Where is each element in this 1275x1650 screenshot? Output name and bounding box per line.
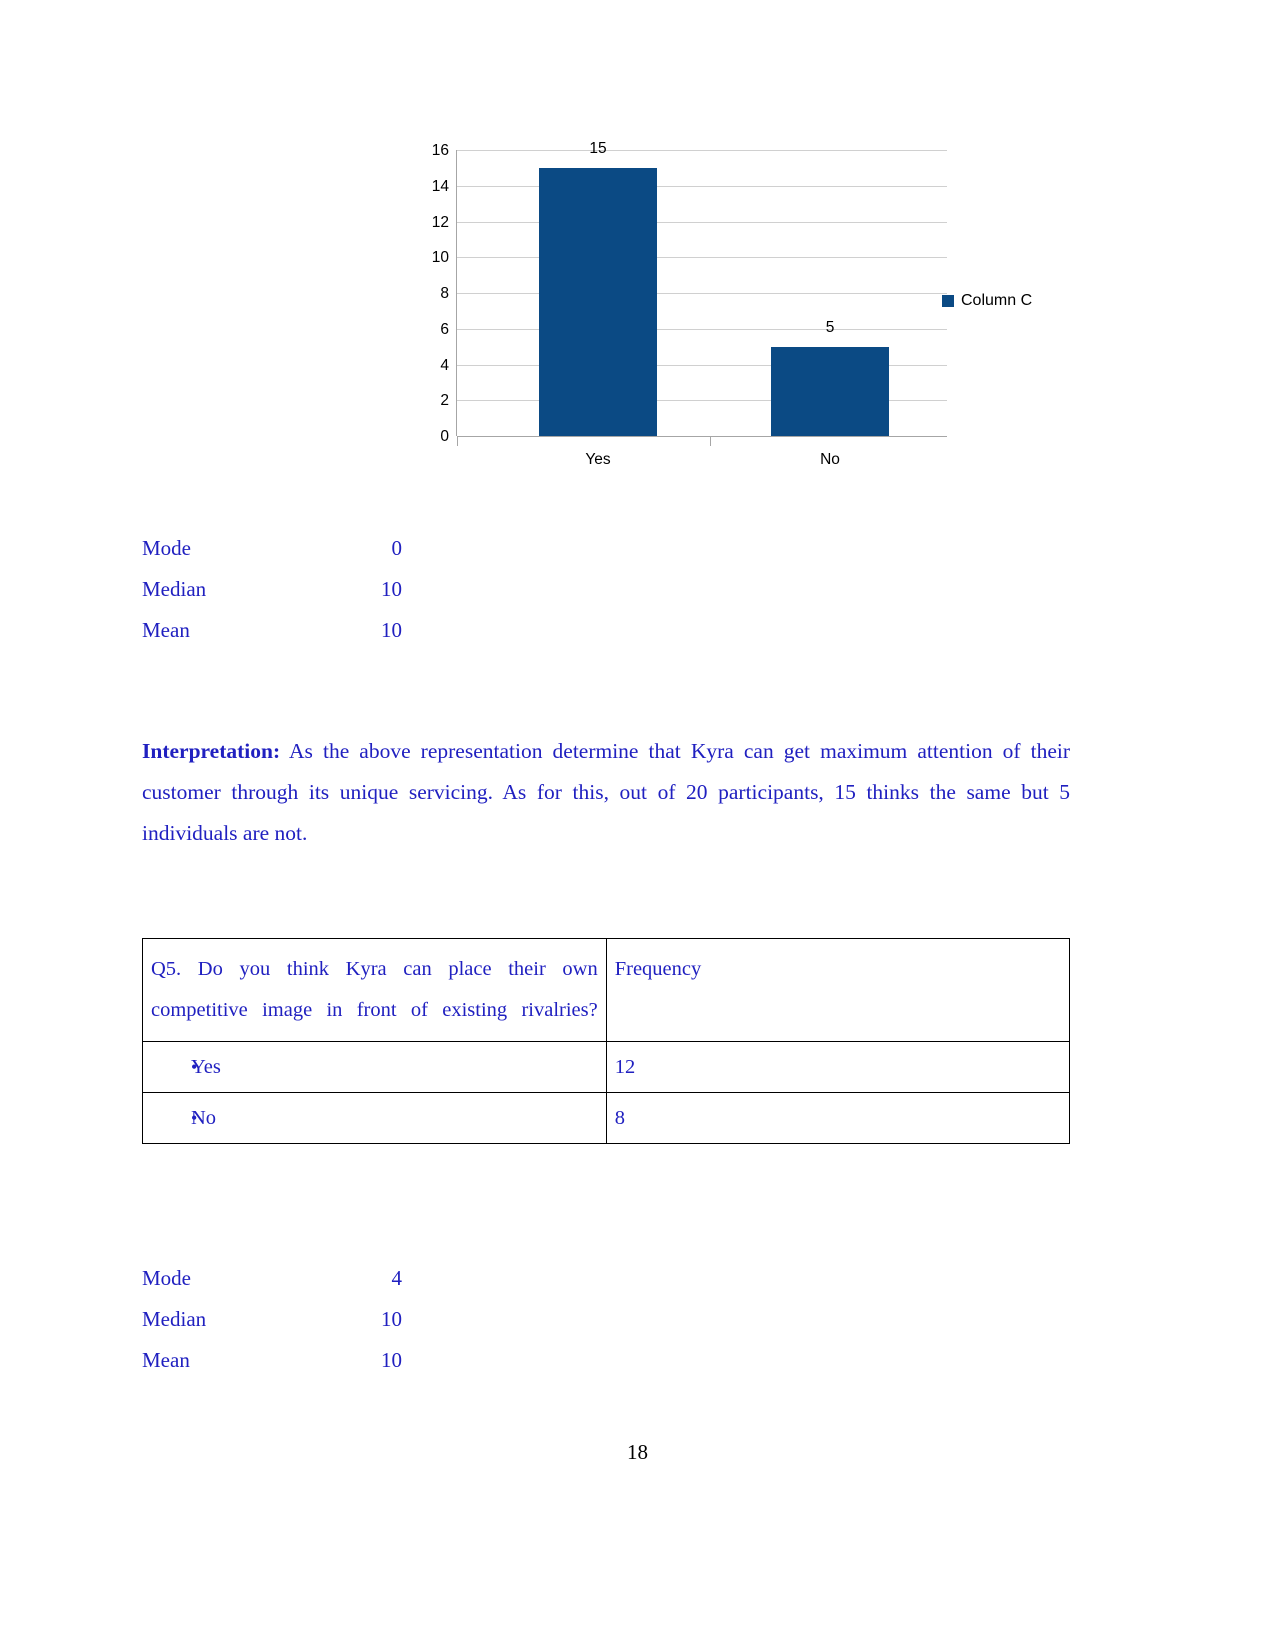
table-cell-frequency: 8 <box>605 1092 1071 1144</box>
stats-value: 10 <box>381 1348 402 1372</box>
legend-label: Column C <box>961 292 1033 309</box>
stats-label: Median <box>142 1307 207 1331</box>
stats-label: Median <box>142 577 207 601</box>
gridline-8: 8 <box>440 285 947 302</box>
gridline-12: 12 <box>432 214 947 231</box>
table-header-frequency: Frequency <box>605 938 1071 1042</box>
y-tick-label: 16 <box>431 142 449 159</box>
stats-value: 10 <box>381 577 402 601</box>
y-tick-label: 10 <box>431 249 449 267</box>
page-number: 18 <box>627 1440 648 1464</box>
table-cell-frequency: 12 <box>605 1041 1071 1093</box>
stats-value: 0 <box>391 536 403 560</box>
stats-label: Mean <box>142 1348 190 1372</box>
stats-row-median: Median 10 <box>142 1299 442 1340</box>
x-axis-tick <box>710 436 711 446</box>
bullet-icon <box>151 1052 191 1082</box>
y-tick-label: 8 <box>440 285 449 302</box>
stats-row-median: Median 10 <box>142 569 442 610</box>
bar-value-label: 5 <box>825 318 835 336</box>
x-category-label-yes: Yes <box>585 451 611 468</box>
stats-row-mode: Mode 4 <box>142 1258 442 1299</box>
y-tick-label: 12 <box>431 213 449 231</box>
table-header-row: Q5. Do you think Kyra can place their ow… <box>142 938 1071 1042</box>
x-axis-tick <box>457 436 458 446</box>
table-row: Yes 12 <box>142 1041 1071 1093</box>
stats-label: Mean <box>142 618 190 642</box>
stats-label: Mode <box>142 1266 191 1290</box>
table-cell-option: Yes <box>142 1041 607 1093</box>
bar-yes <box>539 167 657 436</box>
option-label: No <box>191 1107 217 1129</box>
stats-value: 10 <box>381 618 402 642</box>
gridline-16: 16 <box>432 142 947 159</box>
legend-color-swatch <box>942 295 954 307</box>
table-header-question: Q5. Do you think Kyra can place their ow… <box>142 938 607 1042</box>
table-cell-option: No <box>142 1092 607 1144</box>
y-tick-label: 0 <box>440 428 449 445</box>
table-row: No 8 <box>142 1092 1071 1144</box>
y-tick-label: 6 <box>440 320 449 338</box>
chart-canvas: 16 14 12 10 8 6 4 2 0 15 5 Yes No Column… <box>420 132 1060 482</box>
question-frequency-table: Q5. Do you think Kyra can place their ow… <box>142 938 1071 1144</box>
option-wrapper: No <box>151 1103 598 1133</box>
stats-row-mean: Mean 10 <box>142 610 442 651</box>
option-label: Yes <box>191 1056 221 1078</box>
stats-value: 4 <box>391 1266 403 1290</box>
y-tick-label: 2 <box>440 392 449 410</box>
chart-plot-area: 16 14 12 10 8 6 4 2 0 15 5 Yes No <box>432 140 947 468</box>
stats-block-top: Mode 0 Median 10 Mean 10 <box>142 528 442 651</box>
interpretation-body: As the above representation determine th… <box>142 739 1070 845</box>
interpretation-paragraph: Interpretation: As the above representat… <box>142 731 1070 854</box>
stats-label: Mode <box>142 536 191 560</box>
y-tick-label: 14 <box>431 177 449 195</box>
gridline-10: 10 <box>432 249 947 266</box>
stats-row-mode: Mode 0 <box>142 528 442 569</box>
gridline-0: 0 <box>440 428 947 445</box>
y-tick-label: 4 <box>440 356 449 374</box>
interpretation-heading: Interpretation: <box>142 739 281 763</box>
x-category-label-no: No <box>820 451 840 468</box>
gridline-14: 14 <box>432 178 947 195</box>
option-wrapper: Yes <box>151 1052 598 1082</box>
bullet-icon <box>151 1103 191 1133</box>
chart-legend: Column C <box>942 292 1032 310</box>
bar-chart: 16 14 12 10 8 6 4 2 0 15 5 Yes No Column… <box>420 132 1060 482</box>
gridline-6: 6 <box>440 321 947 338</box>
document-page: 16 14 12 10 8 6 4 2 0 15 5 Yes No Column… <box>0 0 1275 1650</box>
bar-value-label: 15 <box>589 140 607 157</box>
bar-no <box>771 346 889 436</box>
stats-block-bottom: Mode 4 Median 10 Mean 10 <box>142 1258 442 1381</box>
stats-row-mean: Mean 10 <box>142 1340 442 1381</box>
stats-value: 10 <box>381 1307 402 1331</box>
